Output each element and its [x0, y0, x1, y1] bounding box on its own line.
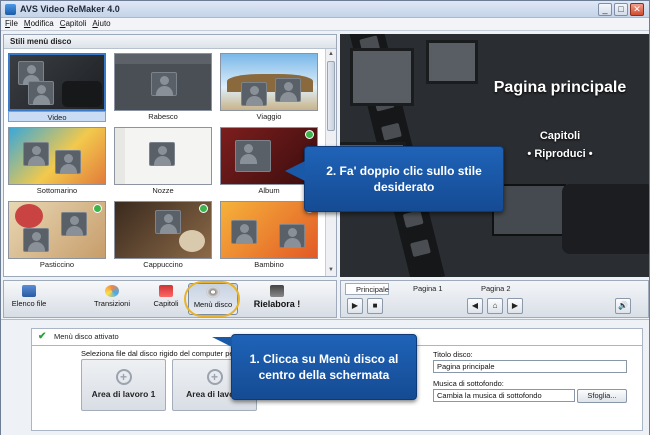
plus-icon: + — [115, 369, 132, 385]
style-label: Bambino — [254, 260, 284, 269]
area-1-label: Area di lavoro 1 — [91, 389, 156, 399]
style-label: Sottomarino — [36, 186, 78, 195]
maximize-button[interactable]: □ — [614, 3, 628, 16]
style-tile-cappuccino[interactable]: Cappuccino — [114, 201, 212, 271]
style-tile-video[interactable]: Video — [8, 53, 106, 123]
tab-pagina-2[interactable]: Pagina 2 — [471, 283, 521, 295]
disc-title-label: Titolo disco: — [433, 350, 473, 359]
style-label: Rabesco — [148, 112, 178, 121]
style-thumbnail — [220, 201, 318, 259]
styles-panel: Stili menù disco Video Rabesco Viaggio S… — [3, 34, 337, 277]
file-list-label: Elenco file — [11, 299, 47, 308]
style-tile-viaggio[interactable]: Viaggio — [220, 53, 318, 123]
volume-icon[interactable]: 🔊 — [615, 298, 631, 314]
menu-modifica[interactable]: Modifica — [20, 18, 56, 28]
callout-step-1: 1. Clicca su Menù disco al centro della … — [231, 334, 417, 400]
minimize-button[interactable]: _ — [598, 3, 612, 16]
style-thumbnail — [8, 127, 106, 185]
music-input[interactable]: Cambia la musica di sottofondo — [433, 389, 575, 402]
app-window: AVS Video ReMaker 4.0 _ □ ✕ File Modifica… — [0, 0, 650, 435]
callout-tail — [212, 337, 232, 347]
camcorder-graphic — [562, 184, 649, 254]
style-label: Video — [8, 111, 106, 122]
preview-controls: Principale Pagina 1 Pagina 2 ▶ ■ ◀ ⌂ ▶ 🔊 — [340, 280, 649, 318]
checkmark-icon: ✔ — [38, 331, 47, 342]
style-tile-bambino[interactable]: Bambino — [220, 201, 318, 271]
style-label: Pasticcino — [39, 260, 75, 269]
chapters-button[interactable]: Capitoli — [150, 283, 182, 315]
style-tile-nozze[interactable]: Nozze — [114, 127, 212, 197]
close-button[interactable]: ✕ — [630, 3, 644, 16]
preview-slot — [350, 48, 414, 106]
home-icon[interactable]: ⌂ — [487, 298, 503, 314]
disc-menu-button[interactable]: Menù disco — [188, 283, 238, 315]
style-tile-rabesco[interactable]: Rabesco — [114, 53, 212, 123]
rielabora-label: Rielabora ! — [253, 299, 301, 309]
scroll-down-icon[interactable]: ▼ — [327, 266, 335, 275]
tab-principale[interactable]: Principale — [345, 283, 389, 295]
chapters-label: Capitoli — [153, 299, 179, 308]
badge-icon — [199, 204, 208, 213]
style-label: Viaggio — [256, 112, 282, 121]
preview-chapters: Capitoli — [539, 130, 581, 142]
style-thumbnail — [114, 53, 212, 111]
scroll-up-icon[interactable]: ▲ — [327, 50, 335, 59]
style-thumbnail — [114, 201, 212, 259]
styles-panel-header: Stili menù disco — [4, 35, 336, 49]
select-files-label: Seleziona file dal disco rigido del comp… — [81, 349, 243, 358]
plus-icon: + — [206, 369, 223, 385]
window-title: AVS Video ReMaker 4.0 — [20, 4, 120, 14]
transitions-label: Transizioni — [94, 299, 130, 308]
title-bar: AVS Video ReMaker 4.0 _ □ ✕ — [1, 1, 649, 18]
disc-menu-icon — [206, 286, 220, 298]
style-thumbnail — [8, 53, 106, 111]
disc-menu-label: Menù disco — [193, 300, 233, 309]
badge-icon — [93, 204, 102, 213]
preview-title: Pagina principale — [493, 79, 627, 96]
browse-button[interactable]: Sfoglia... — [577, 389, 627, 403]
tab-pagina-1[interactable]: Pagina 1 — [403, 283, 453, 295]
callout-step-2: 2. Fa' doppio clic sullo stile desiderat… — [304, 146, 504, 212]
play-icon[interactable]: ▶ — [347, 298, 363, 314]
workspace-area-1[interactable]: + Area di lavoro 1 — [81, 359, 166, 411]
preview-slot — [426, 40, 478, 84]
file-list-button[interactable]: Elenco file — [6, 283, 52, 315]
next-page-icon[interactable]: ▶ — [507, 298, 523, 314]
menu-aiuto[interactable]: Aiuto — [88, 18, 112, 28]
badge-icon — [305, 130, 314, 139]
rielabora-button[interactable]: Rielabora ! — [252, 283, 302, 315]
style-label: Nozze — [152, 186, 174, 195]
menu-capitoli[interactable]: Capitoli — [56, 18, 89, 28]
music-label: Musica di sottofondo: — [433, 379, 504, 388]
disc-title-input[interactable]: Pagina principale — [433, 360, 627, 373]
chapters-icon — [159, 285, 173, 297]
scroll-thumb[interactable] — [327, 61, 335, 131]
stop-icon[interactable]: ■ — [367, 298, 383, 314]
callout-tail — [285, 161, 305, 181]
style-thumbnail — [114, 127, 212, 185]
style-tile-sottomarino[interactable]: Sottomarino — [8, 127, 106, 197]
style-tile-pasticcino[interactable]: Pasticcino — [8, 201, 106, 271]
status-text: Menù disco attivato — [54, 332, 119, 341]
transitions-button[interactable]: Transizioni — [92, 283, 132, 315]
prev-page-icon[interactable]: ◀ — [467, 298, 483, 314]
rielabora-icon — [270, 285, 284, 297]
style-thumbnail — [8, 201, 106, 259]
file-list-icon — [22, 285, 36, 297]
app-icon — [5, 4, 16, 15]
preview-play: • Riproduci • — [527, 148, 593, 160]
transitions-icon — [105, 285, 119, 297]
style-thumbnail — [220, 53, 318, 111]
menu-file[interactable]: File — [1, 18, 20, 28]
menu-bar: File Modifica Capitoli Aiuto — [1, 18, 649, 31]
style-label: Cappuccino — [143, 260, 183, 269]
main-toolbar: Elenco file Transizioni Capitoli Menù di… — [3, 280, 337, 318]
